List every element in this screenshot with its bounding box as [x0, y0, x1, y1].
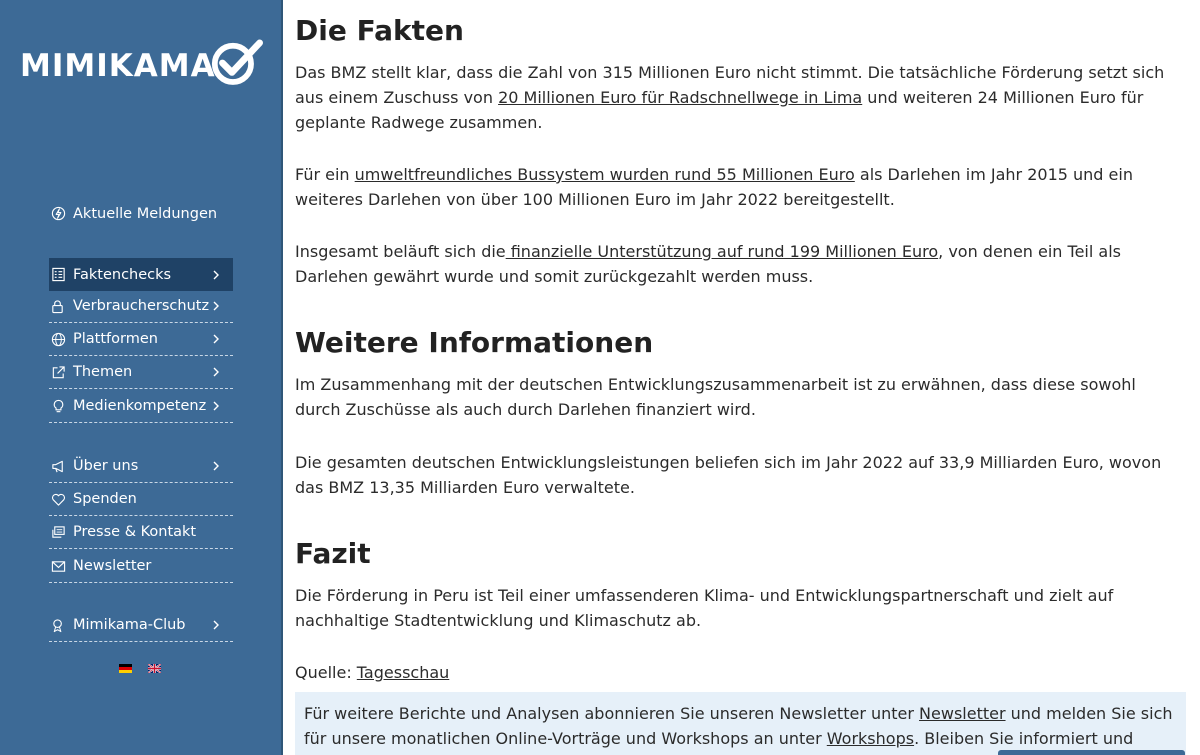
- chevron-right-icon: [209, 365, 223, 379]
- checkmark-logo-icon: [211, 39, 263, 85]
- heading-weitere-informationen: Weitere Informationen: [295, 326, 654, 359]
- nav-item-presse-kontakt[interactable]: Presse & Kontakt: [49, 516, 233, 549]
- nav-item-verbraucherschutz[interactable]: Verbraucherschutz: [49, 290, 233, 323]
- uk-flag-icon[interactable]: [148, 664, 161, 673]
- link-workshops[interactable]: Workshops: [827, 729, 914, 748]
- paragraph-fazit: Die Förderung in Peru ist Teil einer umf…: [295, 586, 1114, 630]
- lightbulb-icon: [50, 398, 66, 414]
- nav-item-newsletter[interactable]: Newsletter: [49, 550, 233, 583]
- nav-item-aktuelle-meldungen[interactable]: Aktuelle Meldungen: [49, 197, 233, 230]
- link-bussystem[interactable]: umweltfreundliches Bussystem wurden rund…: [355, 165, 855, 184]
- nav-item-faktenchecks[interactable]: Faktenchecks: [49, 258, 233, 291]
- floating-bar: [998, 750, 1185, 755]
- link-tagesschau[interactable]: Tagesschau: [357, 663, 449, 682]
- paragraph-fakten-3: Insgesamt beläuft sich die finanzielle U…: [295, 242, 1121, 286]
- source-line: Quelle: Tagesschau: [295, 663, 450, 682]
- nav-item-mimikama-club[interactable]: Mimikama-Club: [49, 609, 233, 642]
- chevron-right-icon: [209, 399, 223, 413]
- paragraph-weitere-1: Im Zusammenhang mit der deutschen Entwic…: [295, 375, 1136, 419]
- sidebar: MIMIKAMA Aktuelle Meldungen Faktenchecks: [0, 0, 283, 755]
- globe-icon: [50, 331, 66, 347]
- nav-item-ueber-uns[interactable]: Über uns: [49, 450, 233, 483]
- logo-text: MIMIKAMA: [20, 48, 216, 84]
- nav-item-themen[interactable]: Themen: [49, 356, 233, 389]
- paragraph-fakten-2: Für ein umweltfreundliches Bussystem wur…: [295, 165, 1133, 209]
- mimikama-logo[interactable]: MIMIKAMA: [20, 38, 265, 94]
- lock-icon: [50, 298, 66, 314]
- press-icon: [50, 524, 66, 540]
- lightning-icon: [50, 206, 66, 222]
- heading-fazit: Fazit: [295, 537, 371, 570]
- chevron-right-icon: [209, 268, 223, 282]
- checklist-icon: [50, 267, 66, 283]
- language-switcher: [119, 664, 161, 673]
- link-radschnellwege[interactable]: 20 Millionen Euro für Radschnellwege in …: [498, 88, 862, 107]
- chevron-right-icon: [209, 332, 223, 346]
- heart-icon: [50, 491, 66, 507]
- envelope-icon: [50, 558, 66, 574]
- heading-die-fakten: Die Fakten: [295, 14, 464, 47]
- chevron-right-icon: [209, 618, 223, 632]
- nav-item-medienkompetenz[interactable]: Medienkompetenz: [49, 390, 233, 423]
- link-finanzielle-unterstuetzung[interactable]: finanzielle Unterstützung auf rund 199 M…: [506, 242, 938, 261]
- club-icon: [50, 617, 66, 633]
- chevron-right-icon: [209, 459, 223, 473]
- newsletter-info-box: Für weitere Berichte und Analysen abonni…: [295, 692, 1186, 755]
- nav-item-spenden[interactable]: Spenden: [49, 483, 233, 516]
- chevron-right-icon: [209, 299, 223, 313]
- nav-item-plattformen[interactable]: Plattformen: [49, 323, 233, 356]
- paragraph-fakten-1: Das BMZ stellt klar, dass die Zahl von 3…: [295, 63, 1165, 132]
- link-newsletter[interactable]: Newsletter: [919, 704, 1006, 723]
- de-flag-icon[interactable]: [119, 664, 132, 673]
- external-link-icon: [50, 364, 66, 380]
- megaphone-icon: [50, 458, 66, 474]
- paragraph-weitere-2: Die gesamten deutschen Entwicklungsleist…: [295, 453, 1162, 497]
